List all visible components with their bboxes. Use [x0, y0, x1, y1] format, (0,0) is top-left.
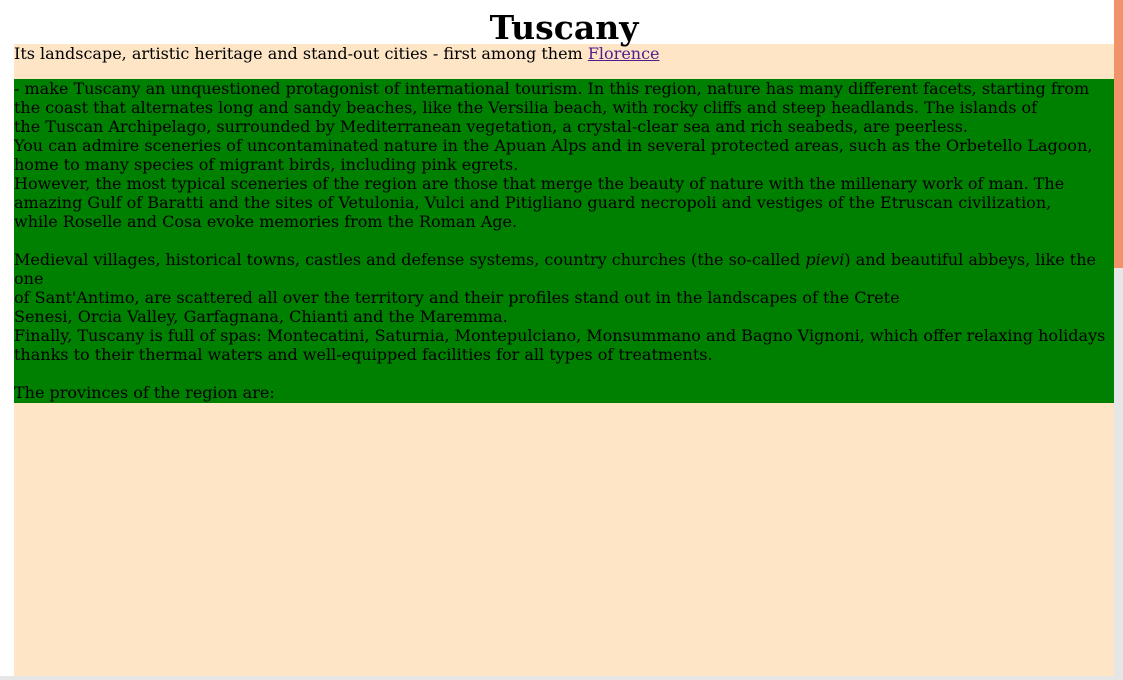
horizontal-scrollbar[interactable]: [0, 676, 1114, 680]
page: Tuscany Its landscape, artistic heritage…: [0, 0, 1123, 680]
pievi-term: pievi: [805, 250, 845, 269]
paragraph-line: the coast that alternates long and sandy…: [14, 98, 1038, 117]
paragraph-line: while Roselle and Cosa evoke memories fr…: [14, 212, 518, 231]
paragraph-line: amazing Gulf of Baratti and the sites of…: [14, 193, 1052, 212]
intro-paragraph: Its landscape, artistic heritage and sta…: [14, 44, 1114, 79]
paragraph-line: Medieval villages, historical towns, cas…: [14, 250, 806, 269]
paragraph-line: of Sant'Antimo, are scattered all over t…: [14, 288, 900, 307]
description-block: - make Tuscany an unquestioned protagoni…: [14, 79, 1114, 403]
heritage-paragraph: Medieval villages, historical towns, cas…: [14, 250, 1114, 364]
paragraph-line: - make Tuscany an unquestioned protagoni…: [14, 79, 1090, 98]
content-area: Its landscape, artistic heritage and sta…: [14, 44, 1114, 676]
paragraph-line: Senesi, Orcia Valley, Garfagnana, Chiant…: [14, 307, 508, 326]
paragraph-line: You can admire sceneries of uncontaminat…: [14, 136, 1093, 155]
provinces-paragraph: The provinces of the region are:: [14, 383, 275, 402]
paragraph-line: Finally, Tuscany is full of spas: Montec…: [14, 326, 1106, 345]
paragraph-line: the Tuscan Archipelago, surrounded by Me…: [14, 117, 968, 136]
paragraph-line: home to many species of migrant birds, i…: [14, 155, 519, 174]
scrollbar-thumb[interactable]: [1114, 0, 1123, 268]
paragraph-line: However, the most typical sceneries of t…: [14, 174, 1065, 193]
landscape-paragraph: - make Tuscany an unquestioned protagoni…: [14, 79, 1114, 231]
page-title: Tuscany: [489, 8, 639, 47]
paragraph-line: thanks to their thermal waters and well-…: [14, 345, 713, 364]
